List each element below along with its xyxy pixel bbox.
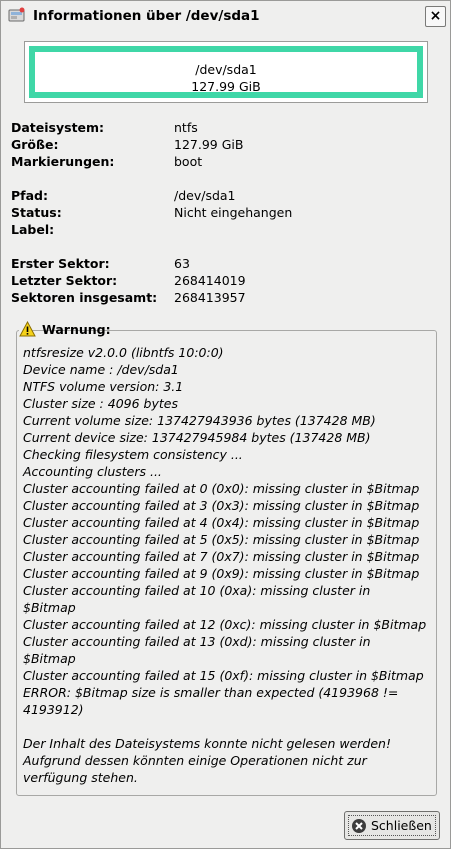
partition-graphic-size: 127.99 GiB xyxy=(191,79,261,94)
warning-legend: Warnung: xyxy=(19,321,111,339)
partition-info-icon xyxy=(8,7,25,22)
first-sector-label: Erster Sektor: xyxy=(11,256,110,271)
output-line: 4193912) xyxy=(23,702,84,717)
output-line: Cluster size : 4096 bytes xyxy=(23,396,178,411)
partition-graphic: /dev/sda1 127.99 GiB xyxy=(24,41,428,103)
output-line: ntfsresize v2.0.0 (libntfs 10:0:0) xyxy=(23,345,224,360)
output-line: Cluster accounting failed at 5 (0x5): mi… xyxy=(23,532,420,547)
fslabel-label: Label: xyxy=(11,222,55,237)
filesystem-value: ntfs xyxy=(174,120,198,135)
path-label: Pfad: xyxy=(11,188,48,203)
size-value: 127.99 GiB xyxy=(174,137,244,152)
output-line: Current volume size: 137427943936 bytes … xyxy=(23,413,376,428)
output-line: Cluster accounting failed at 12 (0xc): m… xyxy=(23,617,427,632)
status-label: Status: xyxy=(11,205,62,220)
output-line: Cluster accounting failed at 13 (0xd): m… xyxy=(23,634,371,649)
output-line: Device name : /dev/sda1 xyxy=(23,362,179,377)
status-value: Nicht eingehangen xyxy=(174,205,293,220)
path-value: /dev/sda1 xyxy=(174,188,236,203)
partition-bar: /dev/sda1 127.99 GiB xyxy=(29,46,423,98)
last-sector-value: 268414019 xyxy=(174,273,246,288)
output-line: Cluster accounting failed at 15 (0xf): m… xyxy=(23,668,424,683)
output-line: Checking filesystem consistency ... xyxy=(23,447,243,462)
info-dialog: Informationen über /dev/sda1 × /dev/sda1… xyxy=(0,0,451,849)
output-line: ERROR: $Bitmap size is smaller than expe… xyxy=(23,685,399,700)
output-line: Cluster accounting failed at 4 (0x4): mi… xyxy=(23,515,420,530)
output-line: verfügung stehen. xyxy=(23,770,138,785)
title-bar[interactable]: Informationen über /dev/sda1 × xyxy=(1,1,450,32)
output-line: NTFS volume version: 3.1 xyxy=(23,379,184,394)
window-close-button[interactable]: × xyxy=(425,6,446,27)
output-line: Cluster accounting failed at 3 (0x3): mi… xyxy=(23,498,420,513)
output-line: $Bitmap xyxy=(23,651,76,666)
output-line: Current device size: 137427945984 bytes … xyxy=(23,430,371,445)
output-line: Accounting clusters ... xyxy=(23,464,162,479)
close-circle-icon xyxy=(352,819,366,833)
warning-title: Warnung: xyxy=(42,322,111,337)
output-line: Cluster accounting failed at 9 (0x9): mi… xyxy=(23,566,420,581)
output-line: Der Inhalt des Dateisystems konnte nicht… xyxy=(23,736,391,751)
output-line: Cluster accounting failed at 0 (0x0): mi… xyxy=(23,481,420,496)
last-sector-label: Letzter Sektor: xyxy=(11,273,118,288)
first-sector-value: 63 xyxy=(174,256,190,271)
ntfsresize-output: ntfsresize v2.0.0 (libntfs 10:0:0) Device… xyxy=(23,344,433,786)
window-title: Informationen über /dev/sda1 xyxy=(33,8,260,24)
close-button[interactable]: Schließen xyxy=(344,811,440,840)
flags-value: boot xyxy=(174,154,203,169)
total-sectors-value: 268413957 xyxy=(174,290,246,305)
flags-label: Markierungen: xyxy=(11,154,115,169)
output-line: Aufgrund dessen könnten einige Operation… xyxy=(23,753,367,768)
partition-graphic-name: /dev/sda1 xyxy=(195,62,257,77)
warning-triangle-icon xyxy=(19,321,36,337)
filesystem-label: Dateisystem: xyxy=(11,120,105,135)
output-line: $Bitmap xyxy=(23,600,76,615)
size-label: Größe: xyxy=(11,137,59,152)
total-sectors-label: Sektoren insgesamt: xyxy=(11,290,158,305)
output-line: Cluster accounting failed at 10 (0xa): m… xyxy=(23,583,371,598)
close-button-label: Schließen xyxy=(371,818,432,833)
output-line: Cluster accounting failed at 7 (0x7): mi… xyxy=(23,549,420,564)
